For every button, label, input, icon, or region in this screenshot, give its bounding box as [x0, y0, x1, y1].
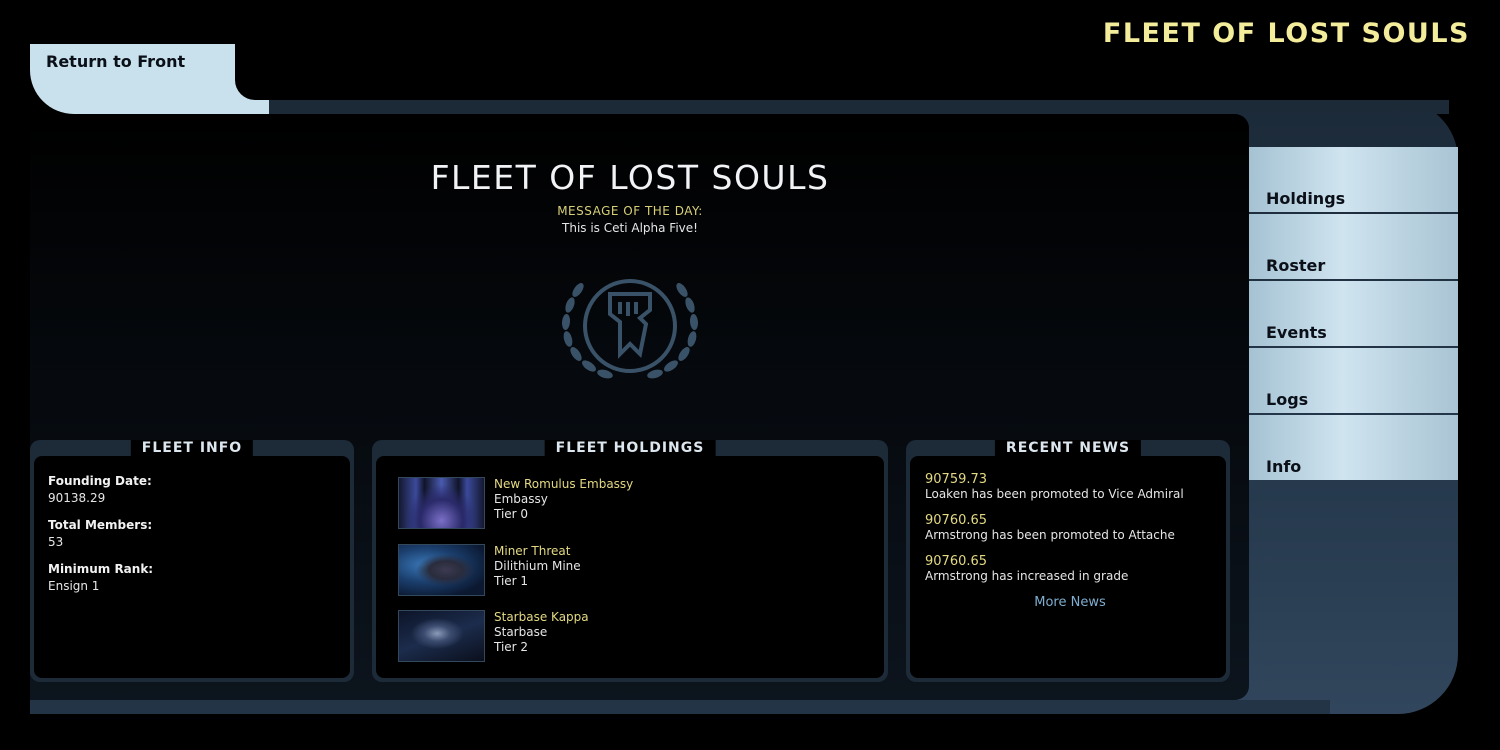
holding-type: Starbase: [494, 625, 548, 639]
holding-tier: Tier 0: [494, 507, 529, 521]
fleet-title: FLEET OF LOST SOULS: [430, 158, 830, 197]
fleet-holdings-card: New Romulus Embassy Embassy Tier 0 Miner…: [372, 440, 888, 682]
holding-item[interactable]: New Romulus Embassy Embassy Tier 0: [398, 477, 858, 529]
return-tab-notch: [235, 44, 269, 100]
side-nav: Holdings Roster Events Logs Info: [1249, 147, 1458, 482]
holding-name[interactable]: New Romulus Embassy: [494, 477, 633, 492]
holding-type: Dilithium Mine: [494, 559, 581, 573]
motd-text: This is Ceti Alpha Five!: [562, 221, 698, 235]
fleet-emblem-icon: [561, 279, 699, 379]
fleet-info-card: Founding Date: 90138.29 Total Members: 5…: [30, 440, 354, 682]
recent-news-card: 90759.73 Loaken has been promoted to Vic…: [906, 440, 1230, 682]
fleet-info-item: Total Members: 53: [48, 518, 153, 549]
news-item: 90760.65 Armstrong has been promoted to …: [925, 513, 1215, 543]
frame-bottom-bar: [30, 700, 1330, 714]
starbase-thumbnail[interactable]: [398, 610, 485, 662]
more-news-link[interactable]: More News: [925, 595, 1215, 610]
nav-item-info[interactable]: Info: [1249, 415, 1458, 480]
holding-name[interactable]: Starbase Kappa: [494, 610, 589, 625]
total-members-label: Total Members:: [48, 518, 153, 532]
motd-label: MESSAGE OF THE DAY:: [557, 204, 703, 218]
fleet-holdings-title: FLEET HOLDINGS: [544, 440, 716, 457]
nav-item-label: Events: [1266, 323, 1327, 342]
fleet-info-body: Founding Date: 90138.29 Total Members: 5…: [34, 456, 350, 678]
news-text: Armstrong has increased in grade: [925, 569, 1129, 583]
news-stardate: 90760.65: [925, 513, 988, 528]
founding-date-label: Founding Date:: [48, 474, 152, 488]
holding-tier: Tier 2: [494, 640, 529, 654]
holding-type: Embassy: [494, 492, 548, 506]
nav-item-label: Logs: [1266, 390, 1309, 409]
holding-name[interactable]: Miner Threat: [494, 544, 581, 559]
embassy-thumbnail[interactable]: [398, 477, 485, 529]
news-item: 90759.73 Loaken has been promoted to Vic…: [925, 472, 1215, 502]
fleet-holdings-body: New Romulus Embassy Embassy Tier 0 Miner…: [376, 456, 884, 678]
news-stardate: 90760.65: [925, 554, 988, 569]
nav-item-label: Holdings: [1266, 189, 1346, 208]
nav-item-events[interactable]: Events: [1249, 281, 1458, 346]
fleet-info-item: Founding Date: 90138.29: [48, 474, 153, 505]
recent-news-body: 90759.73 Loaken has been promoted to Vic…: [910, 456, 1226, 678]
minimum-rank-label: Minimum Rank:: [48, 562, 154, 576]
fleet-info-item: Minimum Rank: Ensign 1: [48, 562, 153, 593]
nav-item-holdings[interactable]: Holdings: [1249, 147, 1458, 212]
dilithium-mine-thumbnail[interactable]: [398, 544, 485, 596]
holding-item[interactable]: Starbase Kappa Starbase Tier 2: [398, 610, 858, 662]
minimum-rank-value: Ensign 1: [48, 579, 100, 593]
nav-item-roster[interactable]: Roster: [1249, 214, 1458, 279]
site-title: FLEET OF LOST SOULS: [1102, 18, 1470, 49]
nav-item-label: Roster: [1266, 256, 1326, 275]
recent-news-title: RECENT NEWS: [994, 440, 1142, 457]
news-text: Armstrong has been promoted to Attache: [925, 528, 1175, 542]
founding-date-value: 90138.29: [48, 491, 106, 505]
nav-item-logs[interactable]: Logs: [1249, 348, 1458, 413]
news-text: Loaken has been promoted to Vice Admiral: [925, 487, 1184, 501]
news-item: 90760.65 Armstrong has increased in grad…: [925, 554, 1215, 584]
return-to-front-link[interactable]: Return to Front: [46, 52, 185, 71]
holding-item[interactable]: Miner Threat Dilithium Mine Tier 1: [398, 544, 858, 596]
nav-item-label: Info: [1266, 457, 1302, 476]
news-stardate: 90759.73: [925, 472, 988, 487]
total-members-value: 53: [48, 535, 64, 549]
holding-tier: Tier 1: [494, 574, 529, 588]
fleet-info-title: FLEET INFO: [130, 440, 254, 457]
